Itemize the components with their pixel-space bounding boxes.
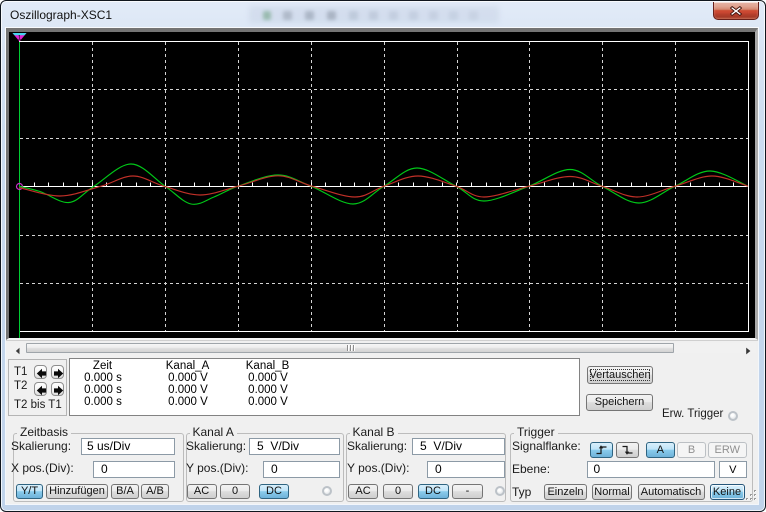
svg-text:1: 1	[18, 35, 22, 42]
